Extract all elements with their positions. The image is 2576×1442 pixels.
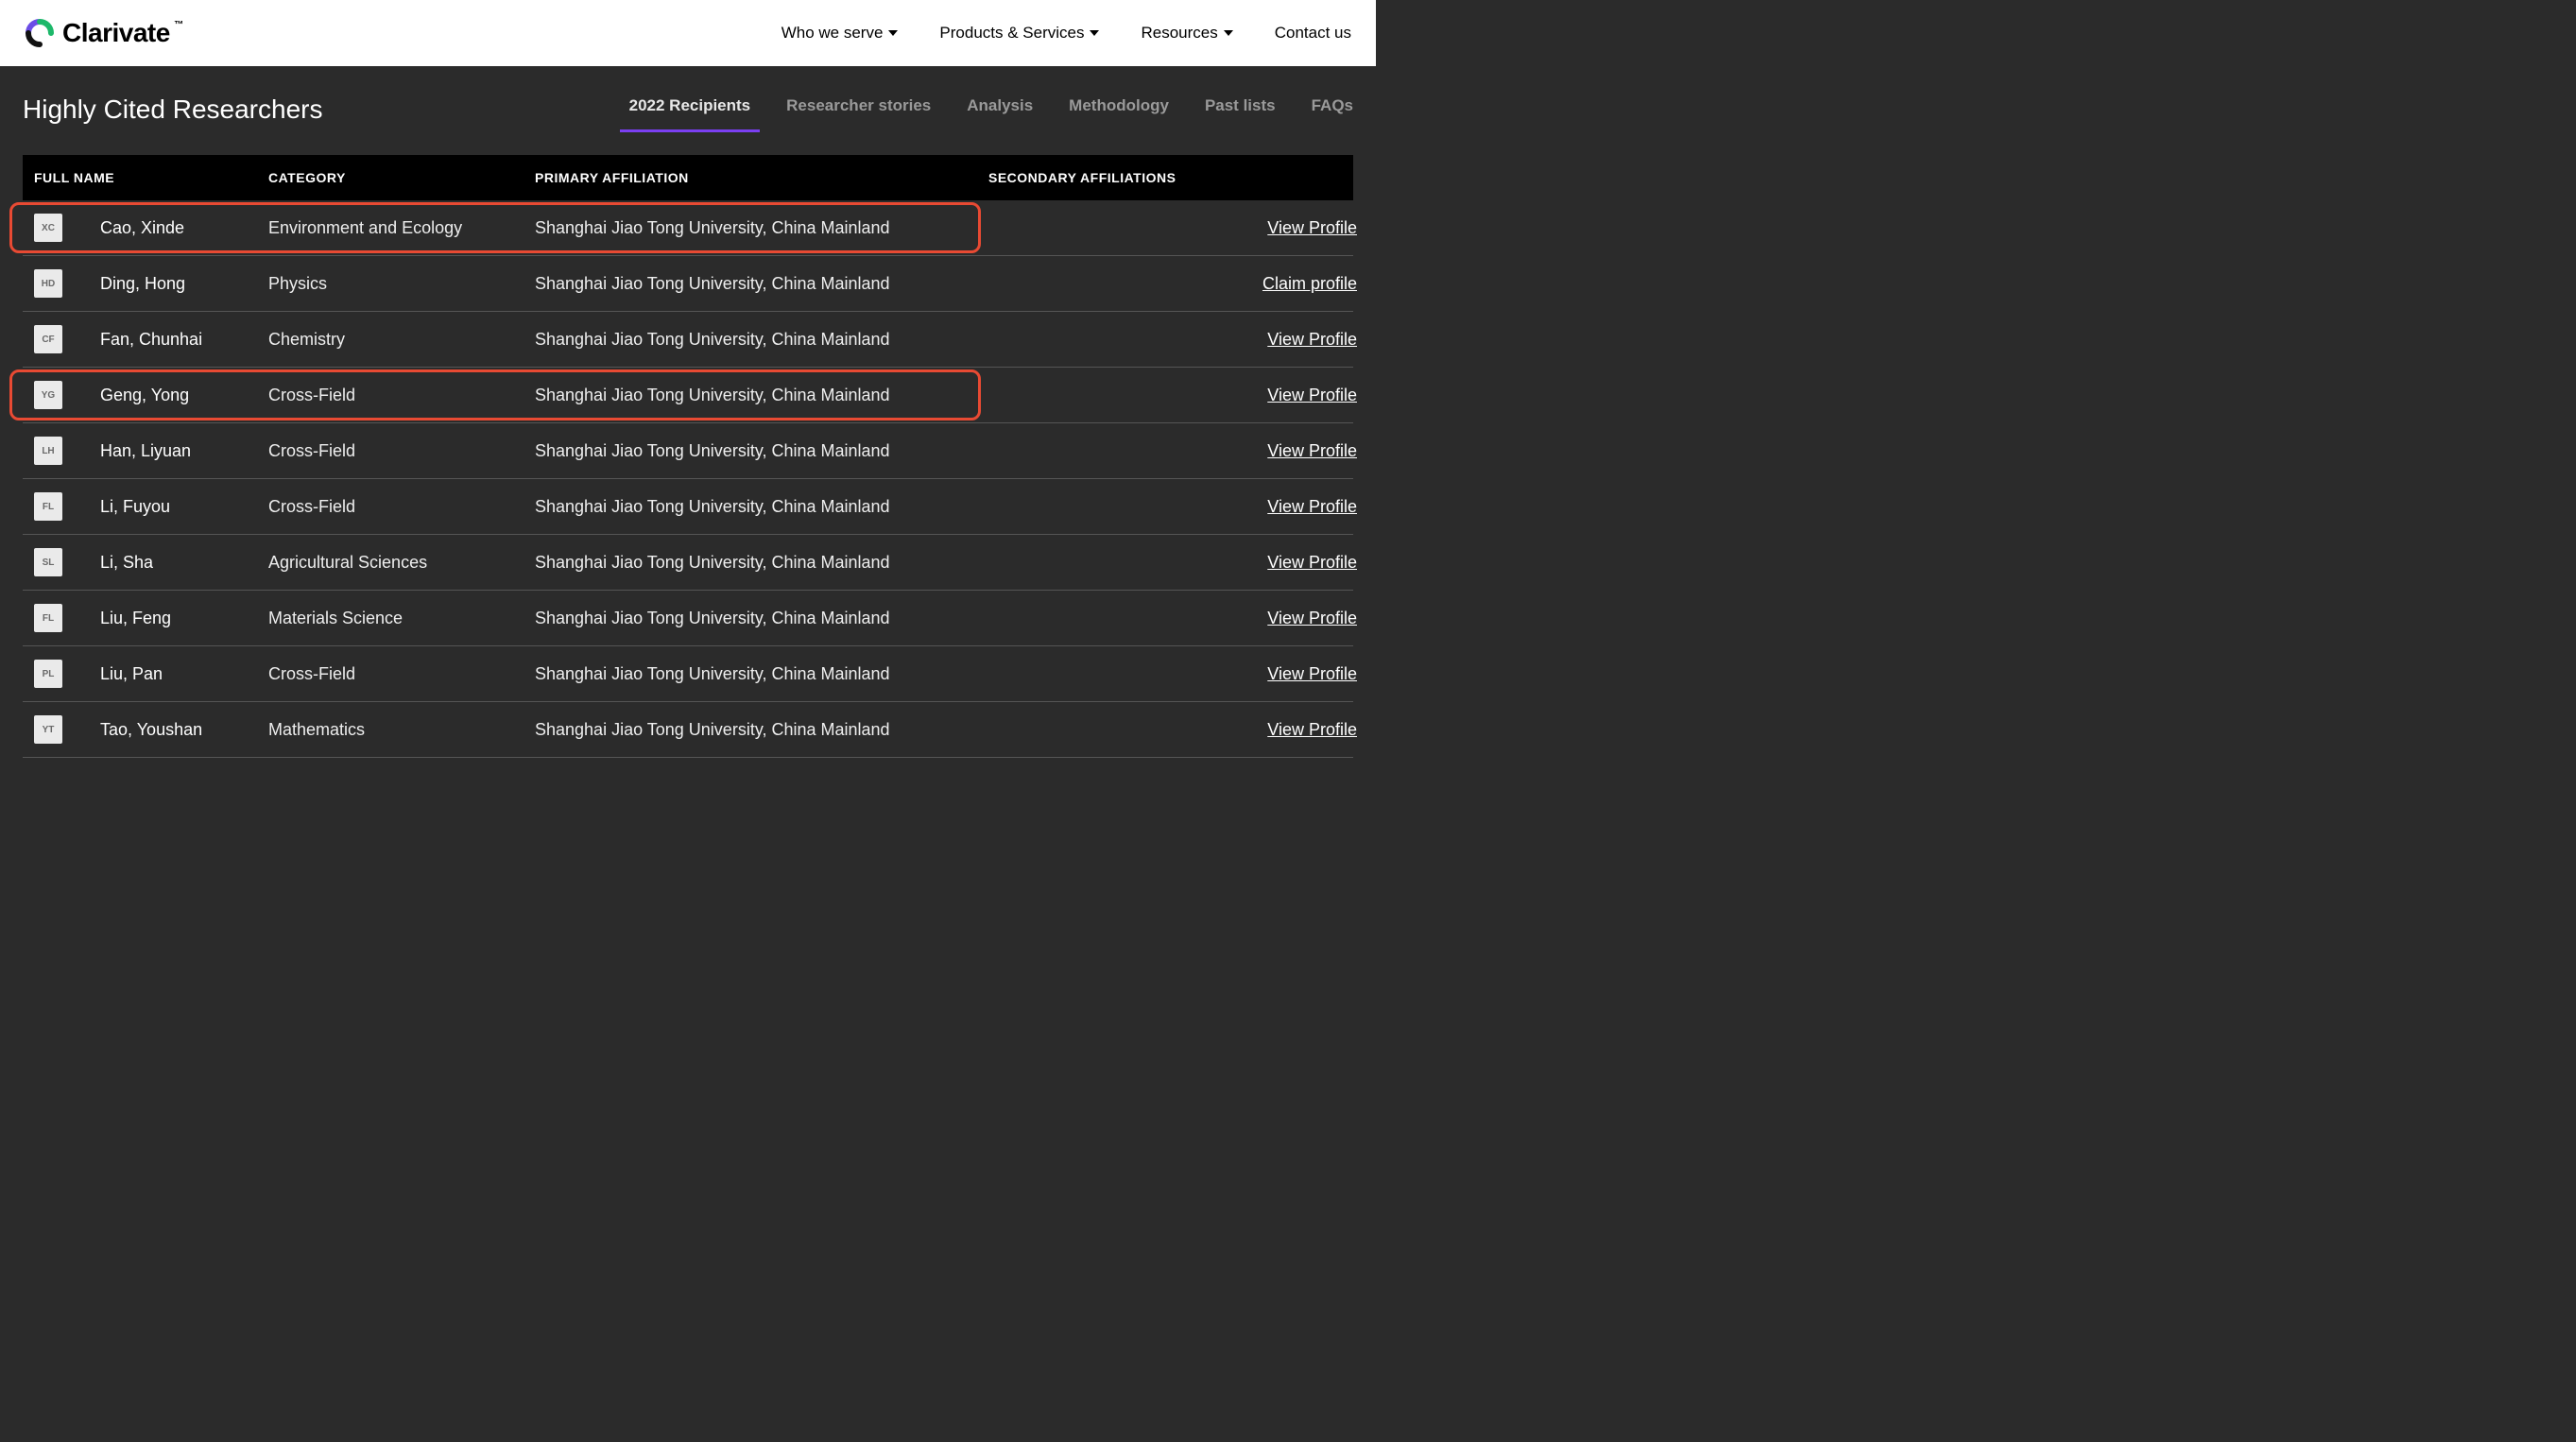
researcher-category: Physics bbox=[268, 274, 535, 294]
researchers-table: FULL NAME CATEGORY PRIMARY AFFILIATION S… bbox=[0, 132, 1376, 758]
initials-badge: FL bbox=[34, 492, 62, 521]
researcher-category: Cross-Field bbox=[268, 441, 535, 461]
chevron-down-icon bbox=[1224, 30, 1233, 36]
global-nav: Who we serve Products & Services Resourc… bbox=[781, 24, 1351, 43]
tab-analysis[interactable]: Analysis bbox=[967, 96, 1033, 132]
tab-faqs[interactable]: FAQs bbox=[1312, 96, 1353, 132]
view-profile-link[interactable]: View Profile bbox=[1267, 441, 1357, 460]
tab-methodology[interactable]: Methodology bbox=[1069, 96, 1169, 132]
researcher-name[interactable]: Liu, Feng bbox=[100, 609, 268, 628]
table-body: XCCao, XindeEnvironment and EcologyShang… bbox=[23, 200, 1353, 758]
nav-resources[interactable]: Resources bbox=[1141, 24, 1232, 43]
primary-affiliation: Shanghai Jiao Tong University, China Mai… bbox=[535, 720, 988, 740]
page-title: Highly Cited Researchers bbox=[23, 94, 322, 125]
col-primary-aff[interactable]: PRIMARY AFFILIATION bbox=[535, 170, 988, 185]
nav-label: Who we serve bbox=[781, 24, 884, 43]
table-row: LH Han, LiyuanCross-FieldShanghai Jiao To… bbox=[23, 423, 1353, 479]
initials-badge: YG bbox=[34, 381, 62, 409]
researcher-category: Agricultural Sciences bbox=[268, 553, 535, 573]
primary-affiliation: Shanghai Jiao Tong University, China Mai… bbox=[535, 664, 988, 684]
researcher-category: Environment and Ecology bbox=[268, 218, 535, 238]
table-row: YG Geng, YongCross-FieldShanghai Jiao Ton… bbox=[23, 368, 1353, 423]
view-profile-link[interactable]: View Profile bbox=[1267, 609, 1357, 627]
view-profile-link[interactable]: View Profile bbox=[1267, 497, 1357, 516]
researcher-name[interactable]: Ding, Hong bbox=[100, 274, 268, 294]
researcher-name[interactable]: Cao, Xinde bbox=[100, 218, 268, 238]
col-category[interactable]: CATEGORY bbox=[268, 170, 535, 185]
table-row: SL Li, ShaAgricultural SciencesShanghai J… bbox=[23, 535, 1353, 591]
initials-badge: PL bbox=[34, 660, 62, 688]
researcher-category: Cross-Field bbox=[268, 386, 535, 405]
initials-badge: CF bbox=[34, 325, 62, 353]
table-row: HD Ding, HongPhysicsShanghai Jiao Tong Un… bbox=[23, 256, 1353, 312]
nav-who-we-serve[interactable]: Who we serve bbox=[781, 24, 899, 43]
researcher-category: Mathematics bbox=[268, 720, 535, 740]
view-profile-link[interactable]: View Profile bbox=[1267, 553, 1357, 572]
table-row: YT Tao, YoushanMathematicsShanghai Jiao T… bbox=[23, 702, 1353, 758]
researcher-name[interactable]: Fan, Chunhai bbox=[100, 330, 268, 350]
researcher-category: Materials Science bbox=[268, 609, 535, 628]
primary-affiliation: Shanghai Jiao Tong University, China Mai… bbox=[535, 553, 988, 573]
initials-badge: SL bbox=[34, 548, 62, 576]
primary-affiliation: Shanghai Jiao Tong University, China Mai… bbox=[535, 274, 988, 294]
researcher-name[interactable]: Geng, Yong bbox=[100, 386, 268, 405]
initials-badge: YT bbox=[34, 715, 62, 744]
nav-contact-us[interactable]: Contact us bbox=[1275, 24, 1351, 43]
view-profile-link[interactable]: View Profile bbox=[1267, 218, 1357, 237]
researcher-category: Cross-Field bbox=[268, 497, 535, 517]
nav-label: Resources bbox=[1141, 24, 1217, 43]
table-row: FL Liu, FengMaterials ScienceShanghai Jia… bbox=[23, 591, 1353, 646]
nav-label: Contact us bbox=[1275, 24, 1351, 43]
tab-researcher-stories[interactable]: Researcher stories bbox=[786, 96, 931, 132]
researcher-category: Chemistry bbox=[268, 330, 535, 350]
table-row: CF Fan, ChunhaiChemistryShanghai Jiao Ton… bbox=[23, 312, 1353, 368]
tab-nav: 2022 Recipients Researcher stories Analy… bbox=[629, 87, 1353, 132]
brand-name: Clarivate™ bbox=[62, 18, 170, 48]
table-row: FL Li, FuyouCross-FieldShanghai Jiao Tong… bbox=[23, 479, 1353, 535]
primary-affiliation: Shanghai Jiao Tong University, China Mai… bbox=[535, 497, 988, 517]
initials-badge: LH bbox=[34, 437, 62, 465]
tab-past-lists[interactable]: Past lists bbox=[1205, 96, 1276, 132]
primary-affiliation: Shanghai Jiao Tong University, China Mai… bbox=[535, 441, 988, 461]
researcher-name[interactable]: Li, Fuyou bbox=[100, 497, 268, 517]
table-row: XC Cao, XindeEnvironment and EcologyShang… bbox=[23, 200, 1353, 256]
initials-badge: FL bbox=[34, 604, 62, 632]
initials-badge: HD bbox=[34, 269, 62, 298]
nav-products-services[interactable]: Products & Services bbox=[939, 24, 1099, 43]
chevron-down-icon bbox=[1090, 30, 1099, 36]
claim-profile-link[interactable]: Claim profile bbox=[1262, 274, 1357, 293]
view-profile-link[interactable]: View Profile bbox=[1267, 386, 1357, 404]
researcher-category: Cross-Field bbox=[268, 664, 535, 684]
col-full-name[interactable]: FULL NAME bbox=[34, 170, 268, 185]
view-profile-link[interactable]: View Profile bbox=[1267, 664, 1357, 683]
primary-affiliation: Shanghai Jiao Tong University, China Mai… bbox=[535, 609, 988, 628]
initials-badge: XC bbox=[34, 214, 62, 242]
table-row: PL Liu, PanCross-FieldShanghai Jiao Tong … bbox=[23, 646, 1353, 702]
researcher-name[interactable]: Li, Sha bbox=[100, 553, 268, 573]
tab-2022-recipients[interactable]: 2022 Recipients bbox=[629, 96, 751, 132]
researcher-name[interactable]: Liu, Pan bbox=[100, 664, 268, 684]
view-profile-link[interactable]: View Profile bbox=[1267, 720, 1357, 739]
clarivate-logo-icon bbox=[25, 18, 55, 48]
global-header: Clarivate™ Who we serve Products & Servi… bbox=[0, 0, 1376, 66]
nav-label: Products & Services bbox=[939, 24, 1084, 43]
primary-affiliation: Shanghai Jiao Tong University, China Mai… bbox=[535, 386, 988, 405]
table-header-row: FULL NAME CATEGORY PRIMARY AFFILIATION S… bbox=[23, 155, 1353, 200]
col-secondary-aff[interactable]: SECONDARY AFFILIATIONS bbox=[988, 170, 1244, 185]
primary-affiliation: Shanghai Jiao Tong University, China Mai… bbox=[535, 218, 988, 238]
researcher-name[interactable]: Han, Liyuan bbox=[100, 441, 268, 461]
view-profile-link[interactable]: View Profile bbox=[1267, 330, 1357, 349]
researcher-name[interactable]: Tao, Youshan bbox=[100, 720, 268, 740]
primary-affiliation: Shanghai Jiao Tong University, China Mai… bbox=[535, 330, 988, 350]
brand-logo[interactable]: Clarivate™ bbox=[25, 18, 170, 48]
chevron-down-icon bbox=[888, 30, 898, 36]
page-header: Highly Cited Researchers 2022 Recipients… bbox=[0, 66, 1376, 132]
